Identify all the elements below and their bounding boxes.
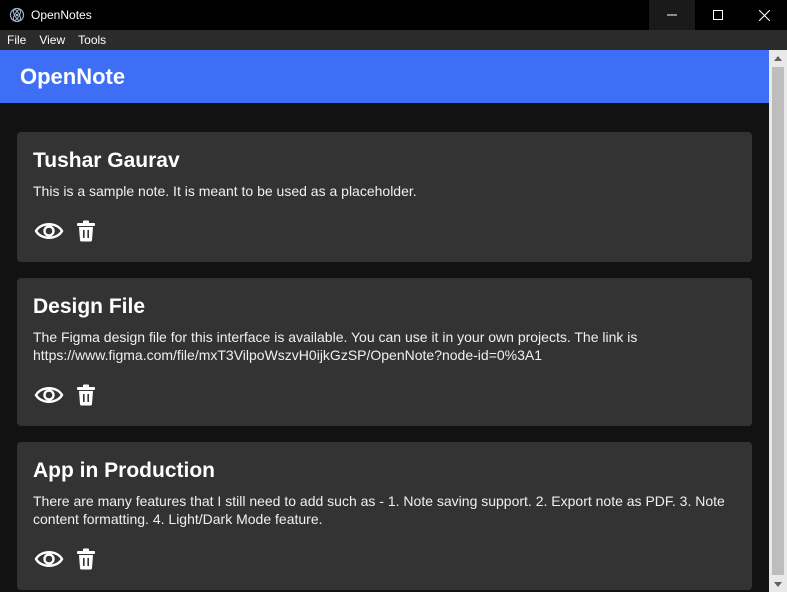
menu-file[interactable]: File <box>7 33 26 47</box>
eye-icon <box>34 387 64 403</box>
note-title: Tushar Gaurav <box>33 149 180 172</box>
menu-bar: File View Tools <box>0 30 787 50</box>
menu-view[interactable]: View <box>39 33 65 47</box>
note-actions <box>33 528 736 590</box>
window-title: OpenNotes <box>31 8 92 22</box>
scrollbar-thumb[interactable] <box>772 67 784 575</box>
scroll-down-arrow-icon[interactable] <box>769 576 787 592</box>
view-note-button[interactable] <box>33 384 65 406</box>
trash-icon <box>77 548 95 570</box>
trash-icon <box>77 220 95 242</box>
note-title: App in Production <box>33 459 215 482</box>
delete-note-button[interactable] <box>75 548 97 570</box>
note-actions <box>33 364 736 426</box>
note-card: Tushar Gaurav This is a sample note. It … <box>17 132 752 262</box>
trash-icon <box>77 384 95 406</box>
app-logo-icon <box>9 7 25 23</box>
maximize-button[interactable] <box>695 0 741 30</box>
note-body: The Figma design file for this interface… <box>33 329 638 363</box>
title-bar: OpenNotes <box>0 0 787 30</box>
scroll-up-arrow-icon[interactable] <box>769 50 787 66</box>
note-card: Design File The Figma design file for th… <box>17 278 752 426</box>
note-actions <box>33 200 736 262</box>
note-title: Design File <box>33 295 146 318</box>
menu-tools[interactable]: Tools <box>78 33 106 47</box>
note-body: There are many features that I still nee… <box>33 493 725 527</box>
app-header-title: OpenNote <box>20 63 126 89</box>
view-note-button[interactable] <box>33 548 65 570</box>
app-header: OpenNote <box>0 50 769 103</box>
eye-icon <box>34 223 64 239</box>
view-note-button[interactable] <box>33 220 65 242</box>
notes-list: Tushar Gaurav This is a sample note. It … <box>0 103 769 590</box>
note-body: This is a sample note. It is meant to be… <box>33 183 417 199</box>
maximize-icon <box>713 10 723 20</box>
close-button[interactable] <box>741 0 787 30</box>
close-icon <box>758 9 770 21</box>
app-content: OpenNote Tushar Gaurav This is a sample … <box>0 50 769 592</box>
delete-note-button[interactable] <box>75 220 97 242</box>
delete-note-button[interactable] <box>75 384 97 406</box>
eye-icon <box>34 551 64 567</box>
window-controls <box>649 0 787 30</box>
minimize-icon <box>667 14 677 16</box>
vertical-scrollbar[interactable] <box>769 50 787 592</box>
note-card: App in Production There are many feature… <box>17 442 752 590</box>
minimize-button[interactable] <box>649 0 695 30</box>
